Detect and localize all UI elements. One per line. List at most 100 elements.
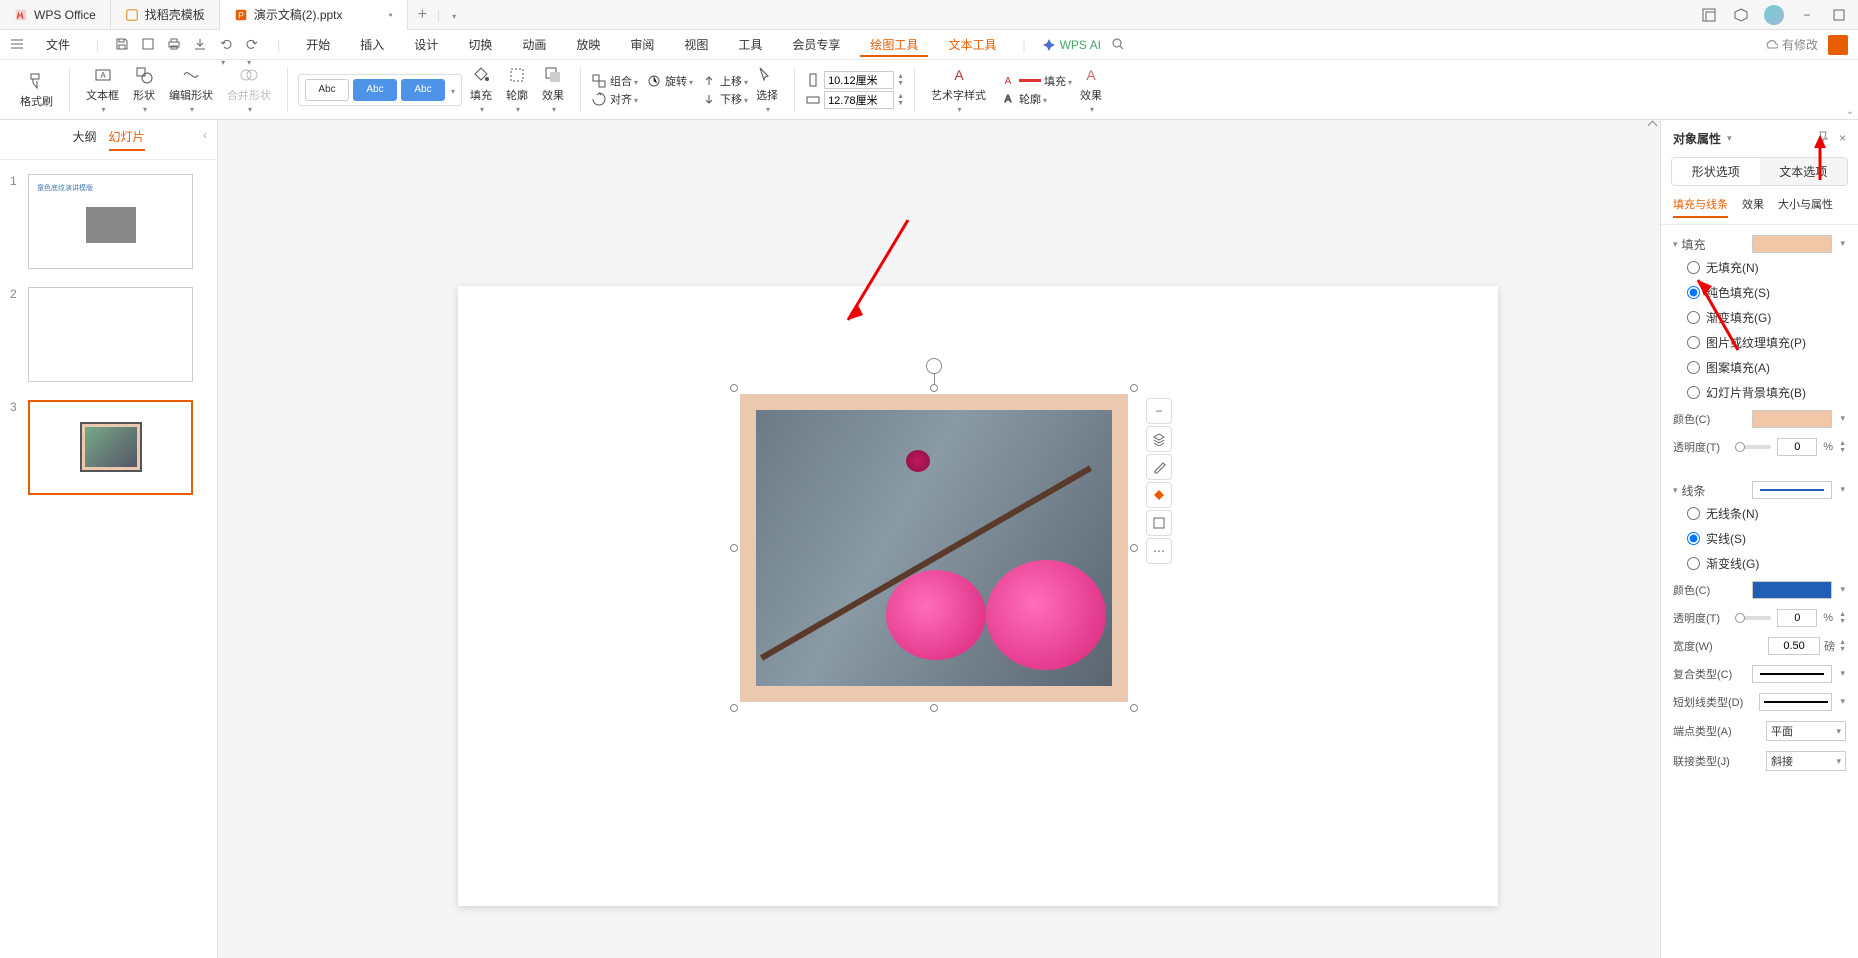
print-preview-icon[interactable] bbox=[141, 37, 157, 53]
edit-shape-button[interactable]: 编辑形状 bbox=[163, 63, 219, 116]
menu-transition[interactable]: 切换 bbox=[458, 32, 502, 57]
cloud-sync-icon[interactable]: 有修改 bbox=[1764, 36, 1818, 53]
menu-view[interactable]: 视图 bbox=[674, 32, 718, 57]
menu-icon[interactable] bbox=[10, 37, 26, 53]
line-width-spinner[interactable]: ▲▼ bbox=[1839, 639, 1846, 653]
menu-member[interactable]: 会员专享 bbox=[782, 32, 850, 57]
format-painter-button[interactable]: 格式刷 bbox=[14, 69, 59, 111]
float-fill-icon[interactable] bbox=[1146, 482, 1172, 508]
menu-insert[interactable]: 插入 bbox=[350, 32, 394, 57]
slide-bg-fill-radio[interactable]: 幻灯片背景填充(B) bbox=[1687, 384, 1846, 401]
selection-pane-button[interactable]: 选择 bbox=[750, 63, 784, 116]
picture-fill-radio[interactable]: 图片或纹理填充(P) bbox=[1687, 334, 1846, 351]
slide-thumb-1[interactable]: 1 童色底纹演讲模版 bbox=[0, 170, 217, 283]
preset-more[interactable] bbox=[449, 83, 455, 97]
line-trans-spinner[interactable]: ▲▼ bbox=[1839, 611, 1846, 625]
shape-preset-1[interactable]: Abc bbox=[305, 79, 349, 101]
dash-type-picker[interactable] bbox=[1759, 693, 1832, 711]
minimize-button[interactable]: − bbox=[1798, 6, 1816, 24]
new-tab-button[interactable]: + bbox=[408, 6, 437, 24]
resize-handle-ne[interactable] bbox=[1130, 384, 1138, 392]
resize-handle-sw[interactable] bbox=[730, 704, 738, 712]
width-spinner[interactable]: ▲▼ bbox=[897, 93, 904, 107]
no-line-radio[interactable]: 无线条(N) bbox=[1687, 505, 1846, 522]
line-preview-top[interactable] bbox=[1752, 481, 1832, 499]
compound-type-picker[interactable] bbox=[1752, 665, 1832, 683]
pattern-fill-radio[interactable]: 图案填充(A) bbox=[1687, 359, 1846, 376]
search-icon[interactable] bbox=[1111, 37, 1127, 53]
float-collapse-icon[interactable]: − bbox=[1146, 398, 1172, 424]
menu-text-tools[interactable]: 文本工具 bbox=[938, 32, 1006, 57]
fill-line-subtab[interactable]: 填充与线条 bbox=[1673, 196, 1728, 218]
save-icon[interactable] bbox=[115, 37, 131, 53]
wps-ai-button[interactable]: WPS AI bbox=[1042, 38, 1101, 52]
join-type-select[interactable]: 斜接 bbox=[1766, 751, 1846, 771]
shape-fill-button[interactable]: 填充 bbox=[464, 63, 498, 116]
resize-handle-nw[interactable] bbox=[730, 384, 738, 392]
rotation-handle[interactable] bbox=[926, 358, 942, 374]
rotate-button[interactable]: 旋转 bbox=[665, 73, 693, 89]
tab-document[interactable]: P 演示文稿(2).pptx • bbox=[220, 0, 408, 30]
gradient-fill-radio[interactable]: 渐变填充(G) bbox=[1687, 309, 1846, 326]
fill-trans-spinner[interactable]: ▲▼ bbox=[1839, 440, 1846, 454]
resize-handle-n[interactable] bbox=[930, 384, 938, 392]
cube-icon[interactable] bbox=[1732, 6, 1750, 24]
user-avatar[interactable] bbox=[1764, 5, 1784, 25]
solid-fill-radio[interactable]: 纯色填充(S) bbox=[1687, 284, 1846, 301]
align-button[interactable]: 对齐 bbox=[610, 91, 638, 107]
shape-preset-3[interactable]: Abc bbox=[401, 79, 445, 101]
text-options-tab[interactable]: 文本选项 bbox=[1760, 158, 1848, 185]
menu-design[interactable]: 设计 bbox=[404, 32, 448, 57]
props-title-dropdown-icon[interactable]: ▾ bbox=[1727, 133, 1732, 144]
cap-type-select[interactable]: 平面 bbox=[1766, 721, 1846, 741]
shape-button[interactable]: 形状 bbox=[127, 63, 161, 116]
fill-color-swatch-top[interactable] bbox=[1752, 235, 1832, 253]
height-spinner[interactable]: ▲▼ bbox=[897, 73, 904, 87]
line-transparency-slider[interactable] bbox=[1735, 616, 1771, 620]
width-input[interactable] bbox=[824, 91, 894, 109]
ribbon-expand-icon[interactable]: ⌄ bbox=[1846, 106, 1854, 117]
float-eyedropper-icon[interactable] bbox=[1146, 454, 1172, 480]
slides-tab[interactable]: 幻灯片 bbox=[109, 128, 145, 151]
fill-color-picker[interactable] bbox=[1752, 410, 1832, 428]
bring-forward-button[interactable]: 上移 bbox=[720, 73, 748, 89]
solid-line-radio[interactable]: 实线(S) bbox=[1687, 530, 1846, 547]
canvas-scrollbar[interactable] bbox=[1646, 120, 1658, 958]
file-menu[interactable]: 文件 bbox=[36, 32, 80, 57]
fill-transparency-slider[interactable] bbox=[1735, 445, 1771, 449]
props-close-icon[interactable]: × bbox=[1839, 131, 1846, 146]
menu-tools[interactable]: 工具 bbox=[728, 32, 772, 57]
resize-handle-e[interactable] bbox=[1130, 544, 1138, 552]
group-button[interactable]: 组合 bbox=[610, 73, 638, 89]
line-section-header[interactable]: 线条 bbox=[1673, 482, 1706, 499]
maximize-button[interactable] bbox=[1830, 6, 1848, 24]
float-crop-icon[interactable] bbox=[1146, 510, 1172, 536]
redo-button[interactable] bbox=[245, 37, 261, 53]
size-props-subtab[interactable]: 大小与属性 bbox=[1778, 196, 1833, 218]
menu-animation[interactable]: 动画 bbox=[512, 32, 556, 57]
no-fill-radio[interactable]: 无填充(N) bbox=[1687, 259, 1846, 276]
export-icon[interactable] bbox=[193, 37, 209, 53]
print-icon[interactable] bbox=[167, 37, 183, 53]
slide-thumb-2[interactable]: 2 bbox=[0, 283, 217, 396]
shape-outline-button[interactable]: 轮廓 bbox=[500, 63, 534, 116]
slide-thumb-3[interactable]: 3 bbox=[0, 396, 217, 509]
props-pin-icon[interactable] bbox=[1817, 131, 1829, 146]
outline-tab[interactable]: 大纲 bbox=[72, 128, 96, 151]
send-backward-button[interactable]: 下移 bbox=[720, 91, 748, 107]
tab-menu-button[interactable] bbox=[440, 6, 466, 24]
tab-wps-home[interactable]: WPS Office bbox=[0, 0, 111, 30]
fill-transparency-input[interactable] bbox=[1777, 438, 1817, 456]
collapse-panel-icon[interactable]: ‹ bbox=[203, 128, 207, 142]
window-tile-icon[interactable] bbox=[1700, 6, 1718, 24]
menu-slideshow[interactable]: 放映 bbox=[566, 32, 610, 57]
fill-section-header[interactable]: 填充 bbox=[1673, 236, 1706, 253]
tab-template-store[interactable]: 找稻壳模板 bbox=[111, 0, 220, 30]
wordart-style-button[interactable]: A艺术字样式 bbox=[925, 63, 992, 116]
shape-effect-button[interactable]: 效果 bbox=[536, 63, 570, 116]
text-outline-button[interactable]: 轮廓 bbox=[1019, 91, 1047, 107]
shape-preset-2[interactable]: Abc bbox=[353, 79, 397, 101]
canvas-area[interactable]: − ⋯ bbox=[218, 120, 1660, 958]
effect-subtab[interactable]: 效果 bbox=[1742, 196, 1764, 218]
gradient-line-radio[interactable]: 渐变线(G) bbox=[1687, 555, 1846, 572]
